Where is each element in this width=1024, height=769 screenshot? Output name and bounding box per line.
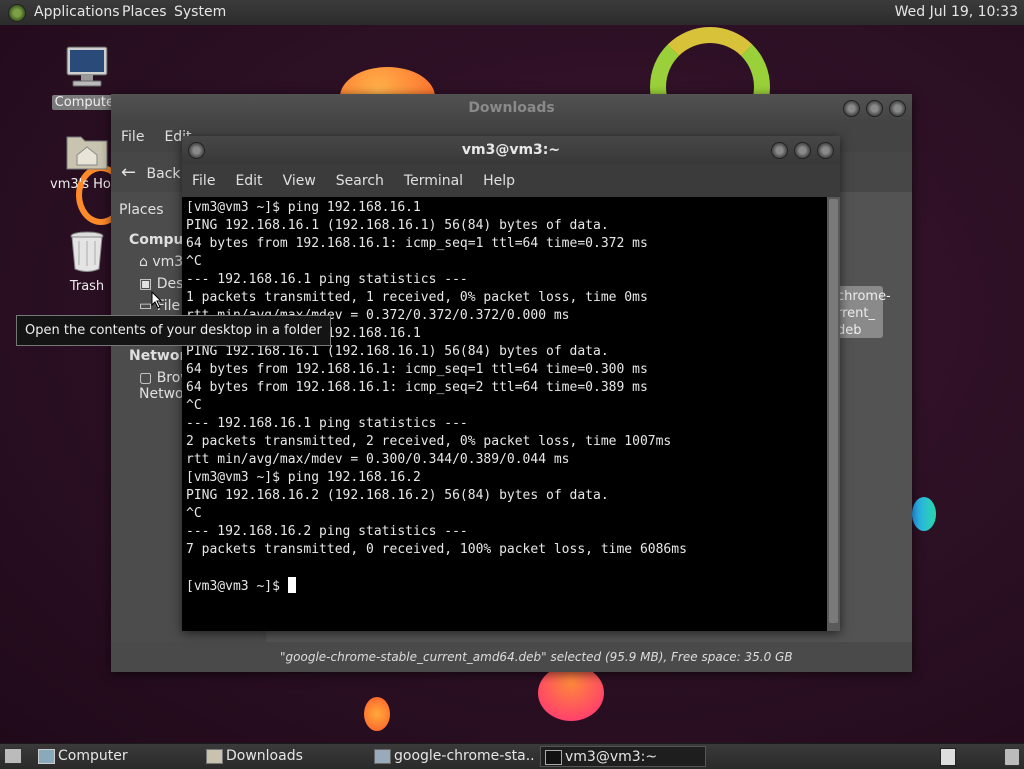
terminal-line: ^C (186, 398, 202, 413)
terminal-line: PING 192.168.16.1 (192.168.16.1) 56(84) … (186, 218, 609, 233)
menu-file[interactable]: File (192, 173, 215, 189)
task-label: vm3@vm3:~ (565, 749, 658, 765)
tooltip: Open the contents of your desktop in a f… (16, 315, 331, 346)
terminal-line: --- 192.168.16.1 ping statistics --- (186, 416, 468, 431)
terminal-line: 2 packets transmitted, 2 received, 0% pa… (186, 434, 672, 449)
menu-edit[interactable]: Edit (235, 173, 262, 189)
mouse-pointer-icon (151, 291, 163, 309)
show-desktop-icon[interactable] (4, 748, 22, 764)
terminal-line: PING 192.168.16.2 (192.168.16.2) 56(84) … (186, 488, 609, 503)
minimize-button[interactable] (771, 142, 788, 159)
window-title: Downloads (468, 100, 555, 116)
trash-applet-icon[interactable] (1004, 748, 1020, 766)
network-icon: ▢ (139, 370, 153, 386)
package-icon (374, 749, 391, 764)
wallpaper-blue-blob (912, 497, 936, 531)
computer-icon (66, 46, 108, 87)
maximize-button[interactable] (794, 142, 811, 159)
terminal-output[interactable]: [vm3@vm3 ~]$ ping 192.168.16.1 PING 192.1… (182, 197, 827, 631)
menu-file[interactable]: File (121, 129, 144, 145)
task-label: Downloads (226, 748, 303, 764)
terminal-line: 64 bytes from 192.168.16.1: icmp_seq=1 t… (186, 362, 648, 377)
sidebar-item-label: vm3 (152, 254, 184, 270)
terminal-line: [vm3@vm3 ~]$ ping 192.168.16.1 (186, 200, 421, 215)
computer-icon (38, 749, 55, 764)
terminal-line: rtt min/avg/max/mdev = 0.300/0.344/0.389… (186, 452, 570, 467)
desktop-icon-label: Trash (69, 279, 105, 294)
scrollbar-thumb[interactable] (829, 199, 838, 623)
file-item-selected[interactable]: chrome- rrent_ deb (835, 286, 891, 338)
folder-icon (206, 749, 223, 764)
terminal-icon (545, 750, 562, 765)
terminal-window[interactable]: vm3@vm3:~ File Edit View Search Terminal… (182, 136, 840, 631)
wallpaper-pink-blob (538, 665, 604, 721)
terminal-lines: [vm3@vm3 ~]$ ping 192.168.16.1 PING 192.1… (186, 199, 827, 577)
bottom-panel: Computer Downloads google-chrome-sta... … (0, 743, 1024, 769)
trash-icon (70, 231, 104, 272)
terminal-line: --- 192.168.16.2 ping statistics --- (186, 524, 468, 539)
terminal-line: 7 packets transmitted, 0 received, 100% … (186, 542, 687, 557)
window-menu-button[interactable] (188, 142, 205, 159)
back-button[interactable]: ← Back (121, 162, 181, 183)
minimize-button[interactable] (843, 100, 860, 117)
terminal-line: 64 bytes from 192.168.16.1: icmp_seq=2 t… (186, 380, 648, 395)
sidebar-item-vm3[interactable]: ⌂ vm3 (139, 254, 183, 270)
terminal-prompt: [vm3@vm3 ~]$ (186, 579, 288, 594)
home-folder-icon (66, 136, 108, 170)
wallpaper-small-blob (364, 697, 390, 731)
maximize-button[interactable] (866, 100, 883, 117)
applications-menu[interactable]: Applications (34, 4, 120, 20)
close-button[interactable] (817, 142, 834, 159)
taskbar-item-downloads[interactable]: Downloads (202, 746, 366, 767)
home-icon: ⌂ (139, 254, 148, 270)
workspace-switcher[interactable] (940, 748, 956, 766)
menu-help[interactable]: Help (483, 173, 515, 189)
taskbar-item-google-chrome[interactable]: google-chrome-sta... (370, 746, 536, 767)
back-arrow-icon: ← (121, 162, 137, 183)
terminal-line: ^C (186, 254, 202, 269)
task-label: google-chrome-sta... (394, 748, 536, 764)
system-menu[interactable]: System (174, 4, 226, 20)
gnome-foot-icon[interactable] (8, 4, 26, 22)
places-header[interactable]: Places (119, 202, 164, 218)
menu-view[interactable]: View (283, 173, 316, 189)
back-label: Back (146, 166, 181, 182)
task-label: Computer (58, 748, 128, 764)
clock[interactable]: Wed Jul 19, 10:33 (895, 4, 1018, 20)
terminal-scrollbar[interactable] (827, 197, 840, 631)
close-button[interactable] (889, 100, 906, 117)
terminal-line: 64 bytes from 192.168.16.1: icmp_seq=1 t… (186, 236, 648, 251)
text-cursor (287, 577, 296, 593)
downloads-titlebar[interactable]: Downloads (111, 94, 912, 122)
places-menu[interactable]: Places (122, 4, 167, 20)
terminal-titlebar[interactable]: vm3@vm3:~ (182, 136, 840, 164)
top-panel: Applications Places System Wed Jul 19, 1… (0, 0, 1024, 26)
desktop-folder-icon: ▣ (139, 276, 153, 292)
terminal-menubar: File Edit View Search Terminal Help (182, 164, 840, 197)
window-title: vm3@vm3:~ (461, 142, 561, 158)
menu-terminal[interactable]: Terminal (404, 173, 463, 189)
terminal-line: --- 192.168.16.1 ping statistics --- (186, 272, 468, 287)
taskbar-item-terminal[interactable]: vm3@vm3:~ (540, 746, 706, 767)
terminal-line: 1 packets transmitted, 1 received, 0% pa… (186, 290, 648, 305)
taskbar-item-computer[interactable]: Computer (34, 746, 196, 767)
menu-search[interactable]: Search (336, 173, 384, 189)
status-bar: "google-chrome-stable_current_amd64.deb"… (266, 642, 912, 672)
terminal-line: [vm3@vm3 ~]$ ping 192.168.16.2 (186, 470, 421, 485)
terminal-line: ^C (186, 506, 202, 521)
